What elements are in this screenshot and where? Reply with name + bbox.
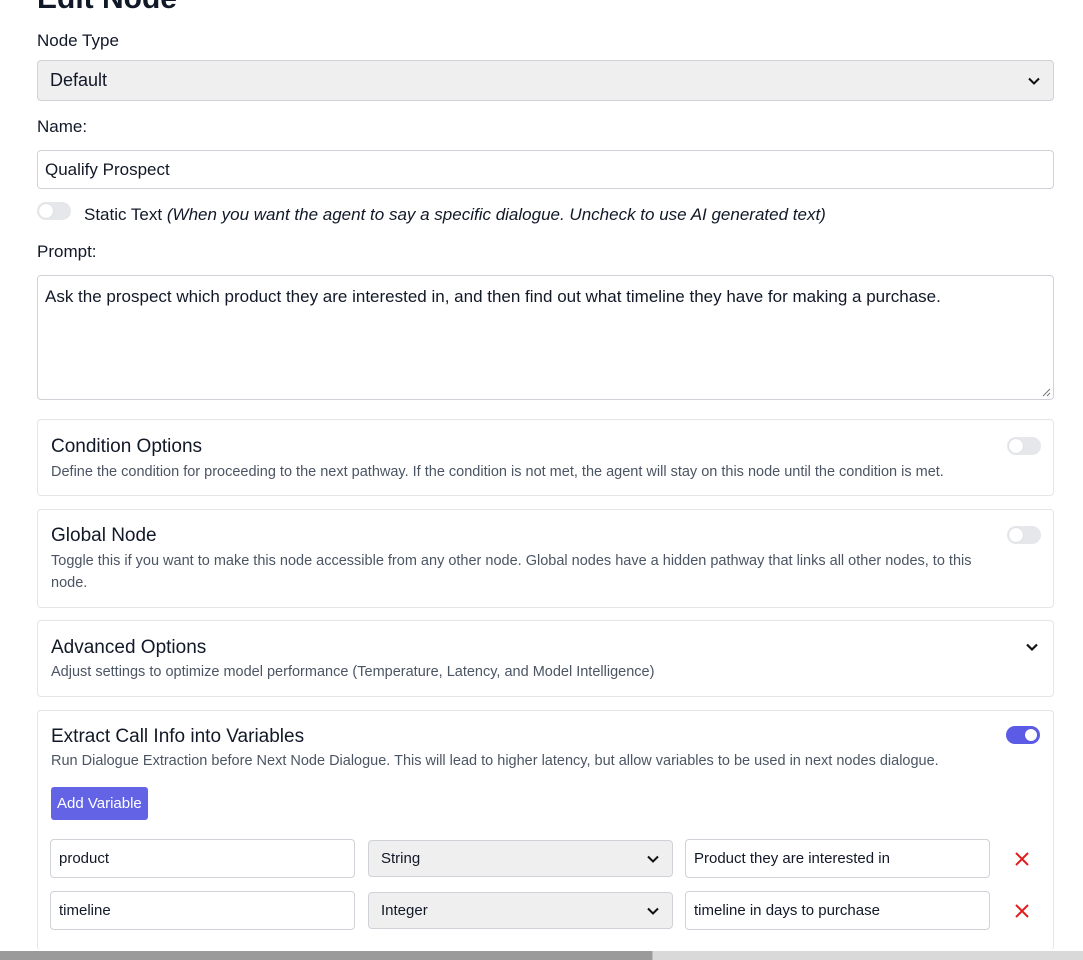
global-node-card: Global Node Toggle this if you want to m… — [37, 509, 1054, 608]
variable-type-value: Integer — [381, 902, 428, 919]
prompt-textarea[interactable]: Ask the prospect which product they are … — [37, 275, 1054, 400]
variable-description-input[interactable]: Product they are interested in — [685, 839, 990, 878]
variable-name-value: product — [59, 850, 110, 867]
global-node-description: Toggle this if you want to make this nod… — [51, 553, 972, 591]
chevron-down-icon — [647, 855, 659, 863]
variable-type-select[interactable]: Integer — [368, 892, 673, 929]
chevron-down-icon — [647, 907, 659, 915]
global-node-toggle[interactable] — [1007, 526, 1041, 544]
condition-options-description: Define the condition for proceeding to t… — [51, 464, 944, 480]
variable-description-value: Product they are interested in — [694, 850, 890, 867]
extract-variables-card: Extract Call Info into Variables Run Dia… — [37, 710, 1054, 950]
static-text-toggle[interactable] — [37, 202, 71, 220]
extract-variables-description: Run Dialogue Extraction before Next Node… — [51, 753, 939, 769]
variable-description-value: timeline in days to purchase — [694, 902, 880, 919]
condition-options-title: Condition Options — [51, 436, 203, 457]
variable-name-input[interactable]: timeline — [50, 891, 355, 930]
node-type-select[interactable]: Default — [37, 60, 1054, 101]
delete-variable-icon[interactable] — [1013, 902, 1031, 920]
advanced-options-card[interactable]: Advanced Options Adjust settings to opti… — [37, 620, 1054, 697]
name-label: Name: — [37, 117, 88, 136]
variable-name-input[interactable]: product — [50, 839, 355, 878]
advanced-options-description: Adjust settings to optimize model perfor… — [51, 664, 655, 680]
variable-name-value: timeline — [59, 902, 111, 919]
variable-description-input[interactable]: timeline in days to purchase — [685, 891, 990, 930]
prompt-value: Ask the prospect which product they are … — [45, 287, 941, 306]
advanced-options-title: Advanced Options — [51, 637, 207, 658]
static-text-hint: (When you want the agent to say a specif… — [166, 205, 826, 224]
node-type-label: Node Type — [37, 31, 119, 50]
add-variable-button[interactable]: Add Variable — [51, 787, 148, 820]
delete-variable-icon[interactable] — [1013, 850, 1031, 868]
name-input-value: Qualify Prospect — [45, 159, 170, 179]
node-type-value: Default — [50, 70, 108, 90]
variable-type-select[interactable]: String — [368, 840, 673, 877]
variable-type-value: String — [381, 850, 421, 867]
chevron-down-icon[interactable] — [1025, 640, 1039, 654]
page-title: Edit Node — [37, 0, 177, 14]
prompt-label: Prompt: — [37, 242, 97, 261]
global-node-title: Global Node — [51, 525, 157, 546]
static-text-title: Static Text — [84, 205, 163, 224]
chevron-down-icon — [1028, 77, 1040, 85]
bottom-panel-overlay — [652, 951, 1083, 960]
resize-handle-icon[interactable] — [1041, 387, 1051, 397]
extract-variables-toggle[interactable] — [1006, 726, 1040, 744]
condition-options-card: Condition Options Define the condition f… — [37, 419, 1054, 496]
extract-variables-title: Extract Call Info into Variables — [51, 726, 305, 747]
static-text-label: Static Text (When you want the agent to … — [84, 205, 826, 225]
condition-options-toggle[interactable] — [1007, 437, 1041, 455]
name-input[interactable]: Qualify Prospect — [37, 150, 1054, 189]
